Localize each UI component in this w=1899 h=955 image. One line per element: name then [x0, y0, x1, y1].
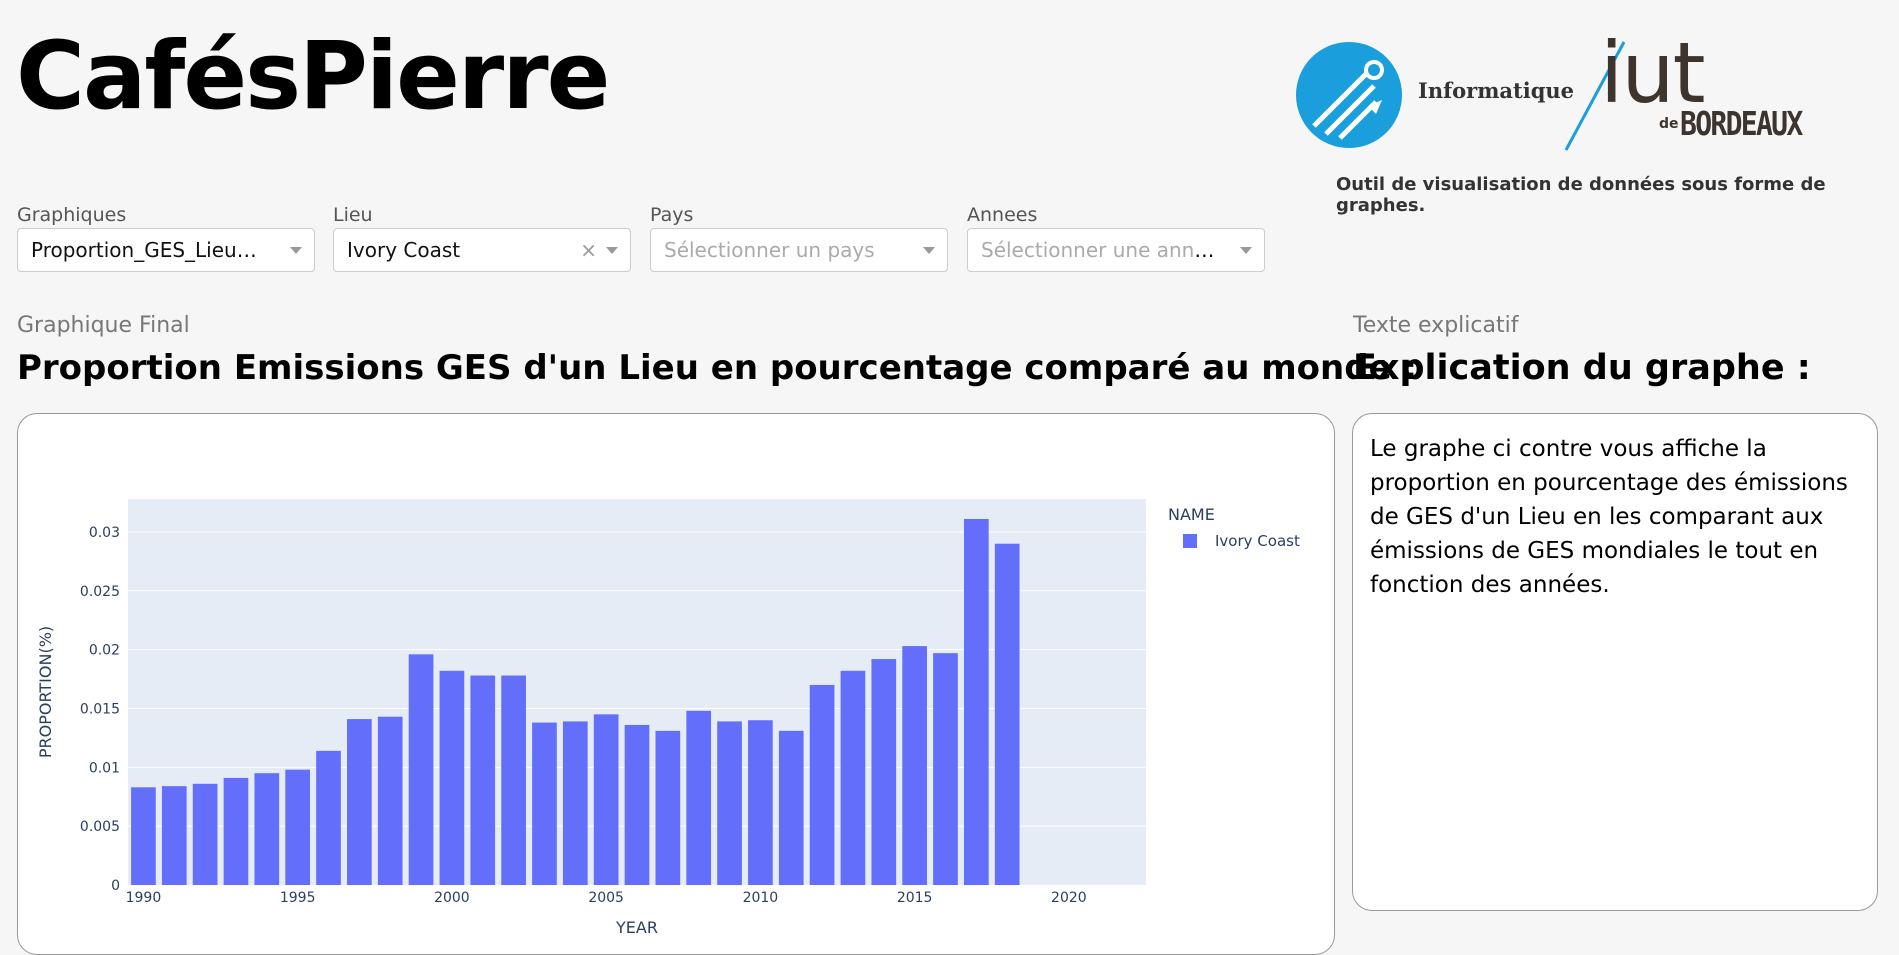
bar[interactable]: [778, 730, 804, 885]
bar[interactable]: [377, 716, 403, 885]
bar[interactable]: [501, 675, 526, 885]
bar-chart[interactable]: 0 0.005 0.01 0.015 0.02 0.025 0.03 1990 1995 2000…: [18, 414, 1334, 954]
bar[interactable]: [470, 675, 496, 885]
x-tick-label: 2010: [743, 890, 779, 906]
graphiques-selected-value: Proportion_GES_Lieu_Monde: [31, 238, 314, 262]
annees-label: Annees: [967, 204, 1038, 226]
lieu-dropdown[interactable]: Ivory Coast ×: [333, 228, 631, 272]
annees-dropdown[interactable]: Sélectionner une année: [967, 228, 1265, 272]
x-tick-label: 2005: [588, 890, 624, 906]
bar[interactable]: [254, 773, 280, 885]
chevron-down-icon[interactable]: [1240, 247, 1252, 254]
logo-de-text: de: [1659, 116, 1679, 132]
bar[interactable]: [717, 721, 742, 885]
iut-bordeaux-logo: Informatique iut de BORDEAUX: [1290, 24, 1890, 158]
filter-annees: Annees Sélectionner une année: [967, 202, 1267, 272]
bar[interactable]: [624, 724, 650, 885]
bar[interactable]: [223, 777, 249, 885]
bar[interactable]: [963, 519, 989, 885]
y-tick-label: 0.03: [89, 525, 120, 541]
bar[interactable]: [994, 543, 1020, 885]
lieu-label: Lieu: [333, 204, 373, 226]
lieu-selected-value: Ivory Coast: [347, 238, 461, 262]
x-tick-label: 1990: [126, 890, 162, 906]
bar[interactable]: [192, 783, 218, 885]
graph-section-label: Graphique Final: [17, 313, 190, 338]
x-tick-label: 2000: [434, 890, 470, 906]
legend-title: NAME: [1168, 505, 1215, 524]
chevron-down-icon[interactable]: [606, 247, 618, 254]
tagline: Outil de visualisation de données sous f…: [1336, 174, 1826, 216]
bar[interactable]: [439, 670, 465, 885]
explanation-text: Le graphe ci contre vous affiche la prop…: [1370, 436, 1848, 598]
bar[interactable]: [347, 719, 372, 885]
bar[interactable]: [686, 710, 712, 885]
bar[interactable]: [532, 722, 557, 885]
y-tick-label: 0.005: [80, 819, 120, 835]
bar[interactable]: [840, 670, 866, 885]
chevron-down-icon[interactable]: [290, 247, 302, 254]
bar[interactable]: [933, 653, 958, 885]
logo-bordeaux-text: BORDEAUX: [1680, 104, 1803, 143]
annees-placeholder: Sélectionner une année: [981, 238, 1219, 262]
y-tick-label: 0.02: [89, 643, 120, 659]
explanation-card: Le graphe ci contre vous affiche la prop…: [1352, 413, 1878, 911]
y-tick-label: 0.015: [80, 701, 120, 717]
bar[interactable]: [408, 654, 434, 885]
bar[interactable]: [809, 684, 835, 885]
graphiques-dropdown[interactable]: Proportion_GES_Lieu_Monde: [17, 228, 315, 272]
filter-lieu: Lieu Ivory Coast ×: [333, 202, 633, 272]
graphiques-label: Graphiques: [17, 204, 127, 226]
bar[interactable]: [748, 720, 773, 885]
pays-placeholder: Sélectionner un pays: [664, 238, 875, 262]
text-section-label: Texte explicatif: [1353, 313, 1519, 338]
x-axis-title: YEAR: [615, 918, 658, 937]
y-tick-label: 0: [111, 878, 120, 894]
bar[interactable]: [655, 730, 681, 885]
x-tick-label: 1995: [280, 890, 316, 906]
y-axis-title: PROPORTION(%): [36, 626, 55, 758]
logo-informatique-text: Informatique: [1418, 78, 1575, 103]
y-tick-label: 0.025: [80, 584, 120, 600]
y-tick-label: 0.01: [89, 760, 120, 776]
bar[interactable]: [902, 646, 927, 885]
x-tick-label: 2015: [897, 890, 933, 906]
text-heading: Explication du graphe :: [1353, 348, 1811, 388]
bar[interactable]: [871, 659, 897, 885]
bar[interactable]: [161, 786, 187, 885]
pays-label: Pays: [650, 204, 694, 226]
bar[interactable]: [131, 787, 156, 885]
bar[interactable]: [562, 721, 588, 885]
clear-icon[interactable]: ×: [580, 229, 597, 271]
pays-dropdown[interactable]: Sélectionner un pays: [650, 228, 948, 272]
app-title: CafésPierre: [16, 22, 610, 131]
legend-swatch: [1183, 534, 1197, 548]
filter-pays: Pays Sélectionner un pays: [650, 202, 950, 272]
informatique-logo-icon: [1296, 42, 1402, 148]
legend-item[interactable]: Ivory Coast: [1215, 532, 1300, 550]
bar[interactable]: [593, 714, 619, 885]
chevron-down-icon[interactable]: [923, 247, 935, 254]
graph-card: 0 0.005 0.01 0.015 0.02 0.025 0.03 1990 1995 2000…: [17, 413, 1335, 955]
filter-graphiques: Graphiques Proportion_GES_Lieu_Monde: [17, 202, 317, 272]
bar[interactable]: [316, 750, 341, 885]
graph-heading: Proportion Emissions GES d'un Lieu en po…: [17, 348, 1418, 388]
bar[interactable]: [285, 769, 311, 885]
x-tick-label: 2020: [1051, 890, 1087, 906]
